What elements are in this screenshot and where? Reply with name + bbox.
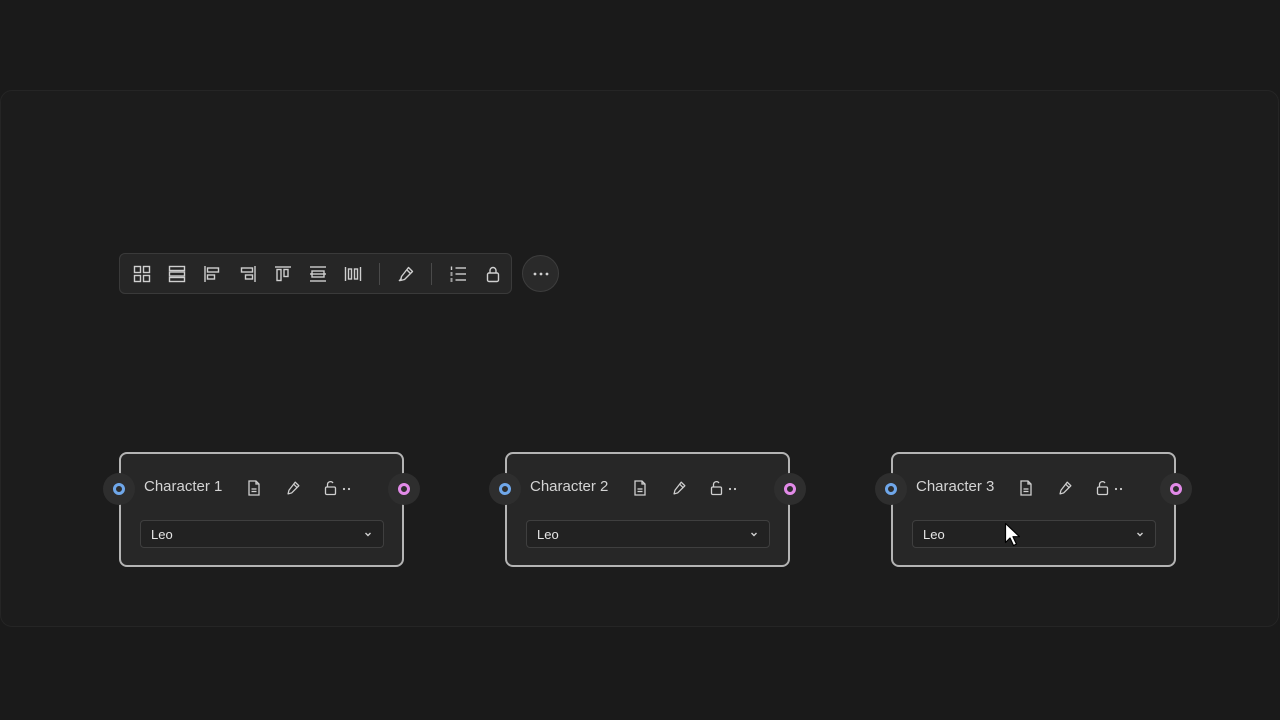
character-node[interactable]: Character 1 Leo xyxy=(103,452,420,567)
pen-button[interactable] xyxy=(283,478,303,498)
selection-toolbar xyxy=(119,253,512,294)
output-port-dot-icon xyxy=(1170,483,1182,495)
input-port[interactable] xyxy=(489,473,521,505)
more-horizontal-icon xyxy=(728,487,737,491)
input-port[interactable] xyxy=(875,473,907,505)
align-vertical-center-button[interactable] xyxy=(300,258,335,290)
document-button[interactable] xyxy=(1016,478,1036,498)
node-header[interactable]: Character 1 xyxy=(103,454,420,520)
align-top-button[interactable] xyxy=(265,258,300,290)
node-more-button[interactable] xyxy=(340,478,356,498)
node-title: Character 3 xyxy=(916,478,995,495)
node-title: Character 2 xyxy=(530,478,609,495)
character-node[interactable]: Character 3 Leo xyxy=(875,452,1192,567)
rows-button[interactable] xyxy=(159,258,194,290)
output-port-dot-icon xyxy=(398,483,410,495)
node-more-button[interactable] xyxy=(1112,478,1128,498)
unlock-icon xyxy=(710,481,723,496)
output-port[interactable] xyxy=(774,473,806,505)
input-port-dot-icon xyxy=(885,483,897,495)
mouse-pointer-icon xyxy=(1004,522,1020,547)
node-more-button[interactable] xyxy=(726,478,742,498)
more-horizontal-icon xyxy=(533,272,548,275)
character-select-value: Leo xyxy=(537,526,559,542)
character-select-value: Leo xyxy=(923,526,945,542)
chevron-down-icon xyxy=(365,532,371,537)
distribute-horizontal-icon xyxy=(345,266,362,281)
character-select[interactable]: Leo xyxy=(912,520,1156,548)
more-options-button[interactable] xyxy=(522,255,559,292)
input-port[interactable] xyxy=(103,473,135,505)
character-node[interactable]: Character 2 Leo xyxy=(489,452,806,567)
pen-button[interactable] xyxy=(669,478,689,498)
align-right-button[interactable] xyxy=(230,258,265,290)
unlock-button[interactable] xyxy=(708,478,728,498)
character-select[interactable]: Leo xyxy=(526,520,770,548)
align-left-button[interactable] xyxy=(195,258,230,290)
distribute-horizontal-button[interactable] xyxy=(336,258,371,290)
toolbar-separator xyxy=(431,262,433,285)
output-port[interactable] xyxy=(388,473,420,505)
align-vertical-center-icon xyxy=(310,265,327,282)
grid-button[interactable] xyxy=(124,258,159,290)
unlock-button[interactable] xyxy=(1094,478,1114,498)
chevron-down-icon xyxy=(1137,532,1143,537)
align-left-icon xyxy=(204,265,220,282)
align-top-icon xyxy=(274,265,291,281)
node-title: Character 1 xyxy=(144,478,223,495)
document-icon xyxy=(248,480,260,496)
lock-icon xyxy=(487,266,500,282)
pen-icon xyxy=(1059,481,1072,495)
unlock-button[interactable] xyxy=(322,478,342,498)
numbered-list-icon xyxy=(450,266,467,282)
character-select-value: Leo xyxy=(151,526,173,542)
align-right-icon xyxy=(240,265,256,282)
document-icon xyxy=(1020,480,1032,496)
more-horizontal-icon xyxy=(342,487,351,491)
lock-button[interactable] xyxy=(476,258,511,290)
node-header[interactable]: Character 3 xyxy=(875,454,1192,520)
unlock-icon xyxy=(1096,481,1109,496)
chevron-down-icon xyxy=(751,532,757,537)
toolbar-separator xyxy=(379,262,381,285)
numbered-list-button[interactable] xyxy=(440,258,475,290)
pen-icon xyxy=(673,481,686,495)
rows-icon xyxy=(168,265,186,282)
pen-button[interactable] xyxy=(388,258,423,290)
document-icon xyxy=(634,480,646,496)
document-button[interactable] xyxy=(244,478,264,498)
input-port-dot-icon xyxy=(499,483,511,495)
node-header[interactable]: Character 2 xyxy=(489,454,806,520)
pen-button[interactable] xyxy=(1055,478,1075,498)
unlock-icon xyxy=(324,481,337,496)
pen-icon xyxy=(398,266,413,281)
more-horizontal-icon xyxy=(1114,487,1123,491)
character-select[interactable]: Leo xyxy=(140,520,384,548)
pen-icon xyxy=(287,481,300,495)
output-port-dot-icon xyxy=(784,483,796,495)
output-port[interactable] xyxy=(1160,473,1192,505)
document-button[interactable] xyxy=(630,478,650,498)
grid-icon xyxy=(133,265,150,282)
input-port-dot-icon xyxy=(113,483,125,495)
